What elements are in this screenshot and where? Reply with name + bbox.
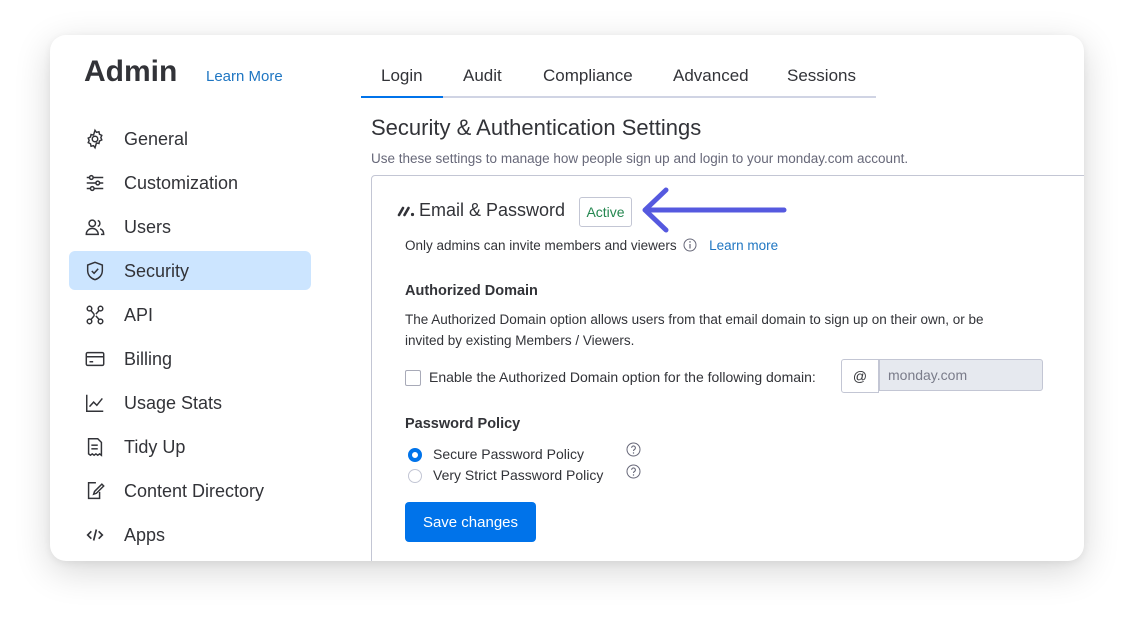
tab-audit[interactable]: Audit	[463, 66, 502, 86]
section-description: Use these settings to manage how people …	[371, 151, 909, 166]
invite-note-text: Only admins can invite members and viewe…	[405, 238, 677, 253]
sidebar-item-label: General	[124, 129, 189, 149]
learn-more-link[interactable]: Learn More	[206, 68, 283, 85]
sidebar-item-customization[interactable]: Customization	[69, 163, 311, 202]
help-icon[interactable]	[626, 464, 641, 479]
tab-login[interactable]: Login	[381, 66, 423, 86]
sidebar-item-general[interactable]: General	[69, 119, 311, 158]
email-password-panel: Email & Password Active Only admins can …	[371, 175, 1084, 561]
radio-secure-password-label[interactable]: Secure Password Policy	[433, 446, 584, 462]
sliders-icon	[84, 172, 106, 194]
line-chart-icon	[84, 392, 106, 414]
info-icon[interactable]	[683, 238, 697, 252]
radio-secure-password[interactable]	[408, 448, 422, 462]
users-icon	[84, 216, 106, 238]
monday-logo-icon	[397, 206, 415, 217]
sidebar-item-label: Tidy Up	[124, 437, 186, 457]
tab-compliance[interactable]: Compliance	[543, 66, 633, 86]
help-icon[interactable]	[626, 442, 641, 457]
sidebar-item-apps[interactable]: Apps	[69, 515, 311, 554]
sidebar-item-tidy-up[interactable]: Tidy Up	[69, 427, 311, 466]
password-policy-title: Password Policy	[405, 416, 521, 432]
sidebar-item-label: Usage Stats	[124, 393, 223, 413]
sidebar-item-security[interactable]: Security	[69, 251, 311, 290]
credit-card-icon	[84, 348, 106, 370]
page-title: Admin	[84, 55, 178, 88]
code-icon	[84, 524, 106, 546]
api-nodes-icon	[84, 304, 106, 326]
sidebar-item-api[interactable]: API	[69, 295, 311, 334]
at-symbol-prefix: @	[841, 359, 879, 393]
panel-heading: Email & Password	[419, 200, 566, 220]
tab-advanced[interactable]: Advanced	[673, 66, 749, 86]
invite-note: Only admins can invite members and viewe…	[405, 238, 778, 253]
learn-more-link-inline[interactable]: Learn more	[709, 238, 778, 253]
domain-input[interactable]	[879, 359, 1043, 391]
authorized-domain-checkbox[interactable]	[405, 370, 421, 386]
sidebar-item-label: Content Directory	[124, 481, 265, 501]
sidebar-item-label: Customization	[124, 173, 239, 193]
sidebar-item-label: Apps	[124, 525, 166, 545]
authorized-domain-title: Authorized Domain	[405, 283, 538, 299]
section-title: Security & Authentication Settings	[371, 115, 702, 140]
sidebar-nav: General Customization Users Security API	[69, 119, 311, 559]
sidebar-item-content-directory[interactable]: Content Directory	[69, 471, 311, 510]
authorized-domain-description: The Authorized Domain option allows user…	[405, 312, 984, 348]
sidebar-item-billing[interactable]: Billing	[69, 339, 311, 378]
gear-icon	[84, 128, 106, 150]
sidebar-item-label: Billing	[124, 349, 173, 369]
status-badge: Active	[579, 197, 632, 227]
active-tab-indicator	[361, 96, 443, 98]
sidebar-item-usage-stats[interactable]: Usage Stats	[69, 383, 311, 422]
radio-very-strict-password-label[interactable]: Very Strict Password Policy	[433, 467, 603, 483]
radio-very-strict-password[interactable]	[408, 469, 422, 483]
sidebar-item-label: Users	[124, 217, 172, 237]
shield-icon	[84, 260, 106, 282]
save-changes-button[interactable]: Save changes	[405, 502, 536, 542]
arrow-left-icon	[642, 187, 787, 233]
sidebar-item-label: API	[124, 305, 154, 325]
sidebar-item-label: Security	[124, 261, 190, 281]
authorized-domain-checkbox-label[interactable]: Enable the Authorized Domain option for …	[429, 369, 816, 385]
tab-sessions[interactable]: Sessions	[787, 66, 856, 86]
sidebar-item-users[interactable]: Users	[69, 207, 311, 246]
document-edit-icon	[84, 480, 106, 502]
settings-tabs: Login Audit Compliance Advanced Sessions	[361, 57, 876, 98]
receipt-icon	[84, 436, 106, 458]
admin-card: Admin Learn More General Customization U…	[50, 35, 1084, 561]
